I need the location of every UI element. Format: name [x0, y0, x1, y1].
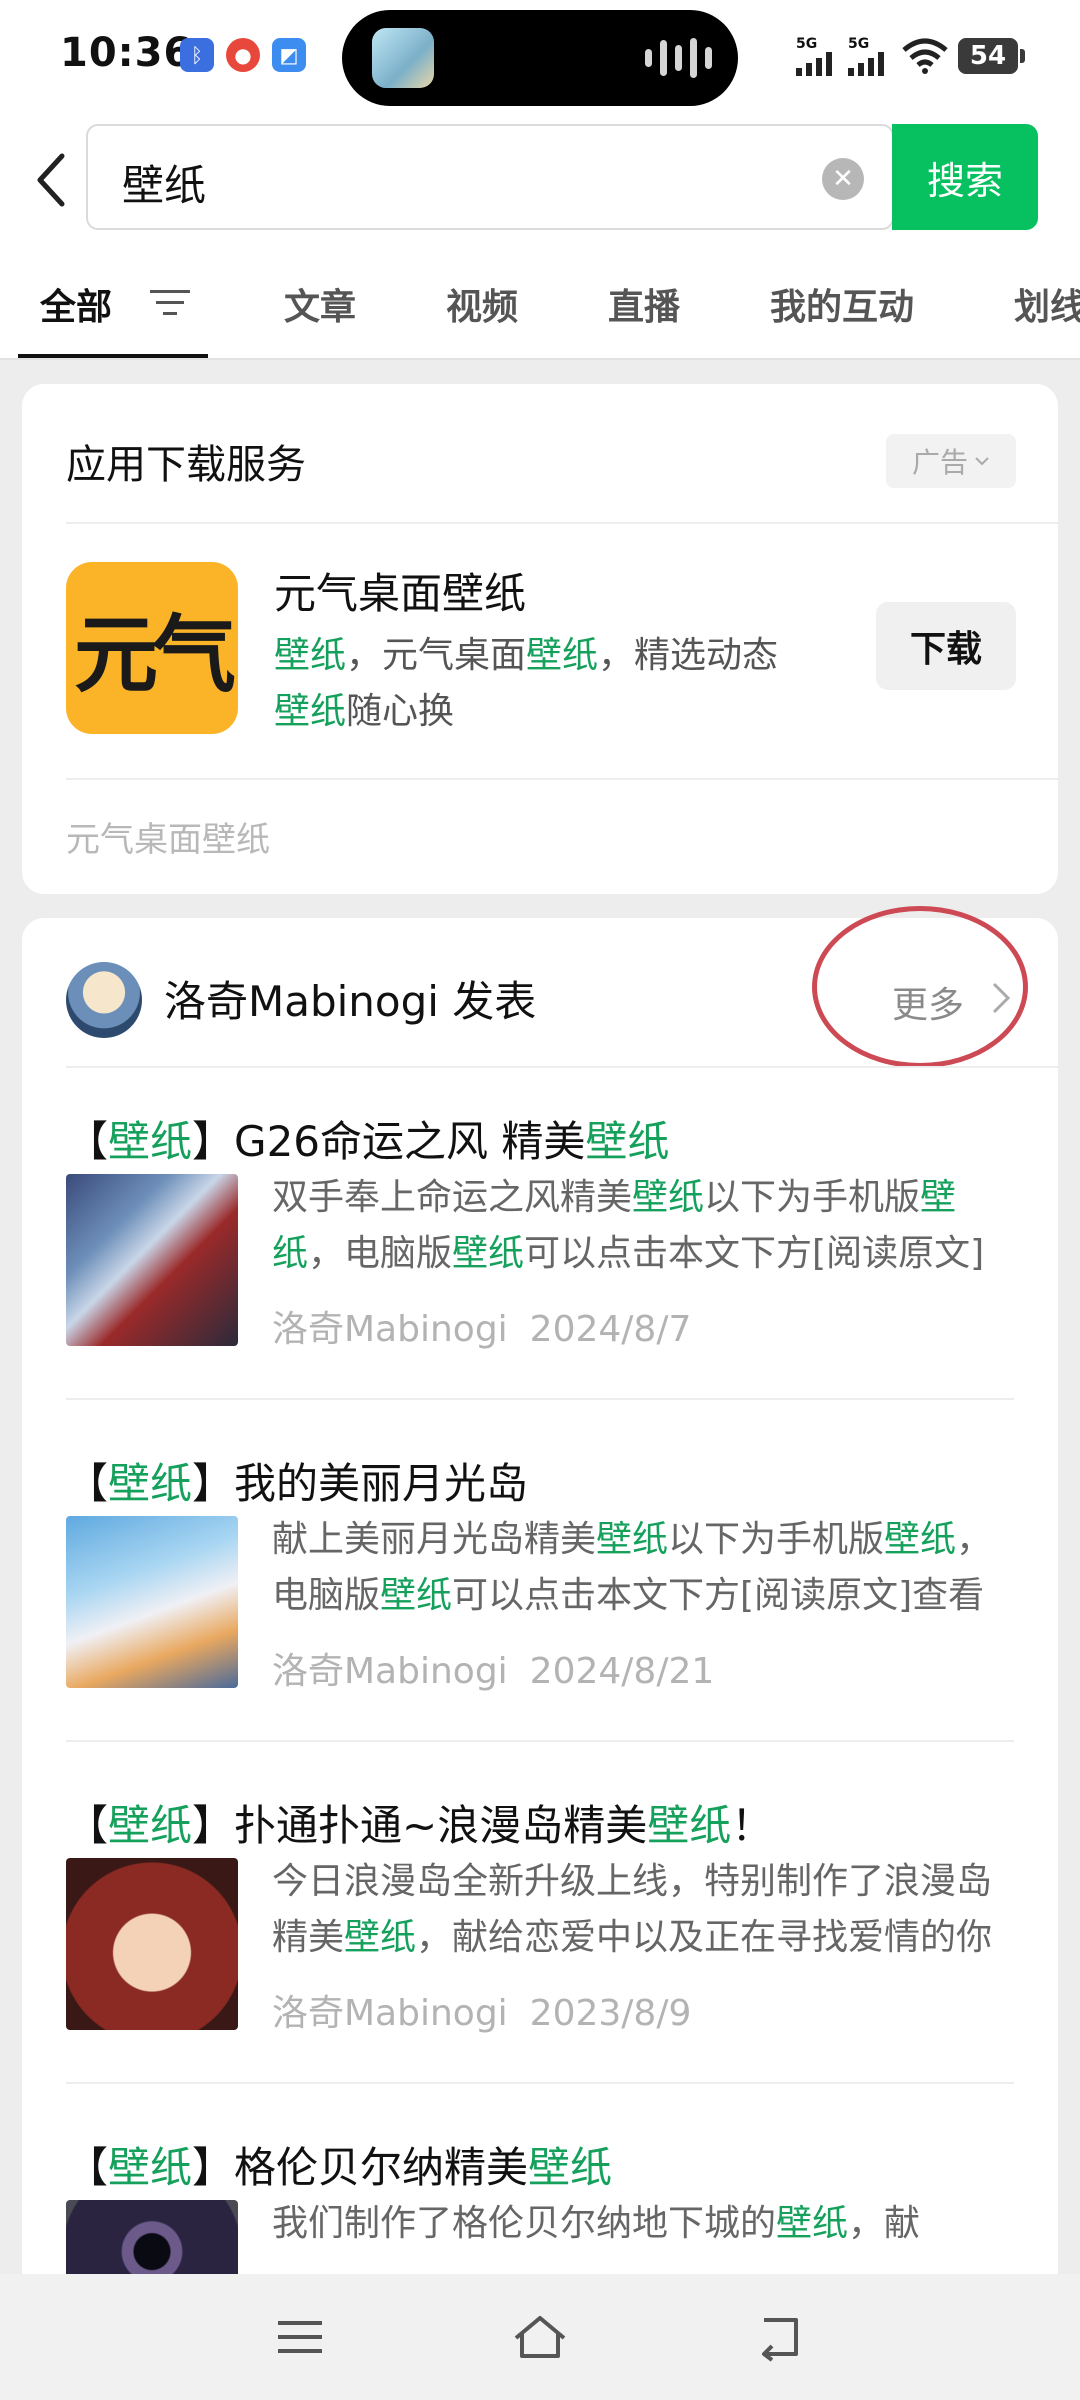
article-title: 【壁纸】扑通扑通~浪漫岛精美壁纸！ [66, 1801, 774, 1850]
battery-icon: 54 [958, 38, 1025, 74]
divider [66, 1398, 1014, 1400]
status-bar: 10:36 ᛒ ● ◩ 5G 5G 54 [0, 0, 1080, 118]
ad-badge[interactable]: 广告 [886, 434, 1016, 488]
app-name: 元气桌面壁纸 [274, 569, 527, 618]
app-description: 壁纸，元气桌面壁纸，精选动态 壁纸随心换 [274, 635, 779, 732]
chevron-down-icon [975, 457, 989, 466]
menu-icon[interactable] [270, 2312, 330, 2362]
home-icon[interactable] [510, 2312, 570, 2362]
app-logo-text: 元气 [73, 604, 236, 704]
back-icon[interactable] [750, 2312, 810, 2362]
article-thumbnail [66, 1174, 238, 1346]
tab-my-interactions[interactable]: 我的互动 [770, 278, 914, 330]
article-meta: 洛奇Mabinogi 2024/8/21 [272, 1651, 715, 1692]
tab-live[interactable]: 直播 [608, 278, 680, 330]
tab-highlights[interactable]: 划线 [1014, 278, 1080, 330]
music-cover-thumbnail [372, 28, 434, 88]
app-logo[interactable]: 元气 [66, 562, 238, 734]
signal-icon [848, 52, 884, 76]
ad-badge-label: 广告 [911, 446, 968, 479]
bluetooth-icon: ᛒ [180, 38, 214, 72]
wifi-icon [902, 38, 948, 74]
search-input[interactable]: 壁纸 ✕ [86, 124, 894, 230]
signal-label-1: 5G [796, 36, 818, 52]
signal-icon [796, 52, 832, 76]
app-download-ad-card[interactable]: 应用下载服务 广告 元气 元气桌面壁纸 壁纸，元气桌面壁纸，精选动态 壁纸随心换 … [22, 384, 1058, 894]
search-query-text[interactable]: 壁纸 [122, 152, 206, 213]
music-island[interactable] [342, 10, 738, 106]
clear-icon[interactable]: ✕ [822, 158, 864, 200]
article-meta: 洛奇Mabinogi 2023/8/9 [272, 1993, 692, 2034]
divider [66, 1740, 1014, 1742]
article-title: 【壁纸】我的美丽月光岛 [66, 1459, 529, 1508]
app-notification-icon: ◩ [272, 38, 306, 72]
ad-section-title: 应用下载服务 [66, 442, 306, 488]
article-summary: 今日浪漫岛全新升级上线，特别制作了浪漫岛精美壁纸，献给恋爱中以及正在寻找爱情的你 [272, 1861, 993, 1958]
official-account-articles-card: 洛奇Mabinogi 发表 更多 【壁纸】G26命运之风 精美壁纸 双手奉上命运… [22, 906, 1058, 2400]
article-title: 【壁纸】格伦贝尔纳精美壁纸 [66, 2143, 613, 2192]
signal-label-2: 5G [848, 36, 870, 52]
status-time: 10:36 [60, 30, 193, 76]
filter-icon[interactable] [150, 288, 190, 318]
author-row[interactable]: 洛奇Mabinogi 发表 更多 [22, 906, 1058, 1068]
app-notification-icon: ● [226, 38, 260, 72]
divider [66, 1066, 1058, 1068]
result-tabs: 全部 文章 视频 直播 我的互动 划线 [0, 244, 1080, 360]
article-thumbnail [66, 1516, 238, 1688]
divider [66, 2082, 1014, 2084]
annotation-circle [812, 906, 1028, 1068]
ad-footer-text: 元气桌面壁纸 [66, 820, 270, 860]
audio-wave-icon [645, 38, 712, 78]
tab-videos[interactable]: 视频 [446, 278, 518, 330]
system-navigation-bar [0, 2274, 1080, 2400]
article-summary: 献上美丽月光岛精美壁纸以下为手机版壁纸，电脑版壁纸可以点击本文下方[阅读原文]查… [272, 1519, 993, 1616]
divider [66, 522, 1058, 524]
search-button[interactable]: 搜索 [892, 124, 1038, 230]
article-summary: 双手奉上命运之风精美壁纸以下为手机版壁纸，电脑版壁纸可以点击本文下方[阅读原文]… [272, 1177, 985, 1274]
back-arrow-icon[interactable] [28, 150, 76, 210]
tab-articles[interactable]: 文章 [284, 278, 356, 330]
article-title: 【壁纸】G26命运之风 精美壁纸 [66, 1117, 670, 1166]
article-meta: 洛奇Mabinogi 2024/8/7 [272, 1309, 692, 1350]
divider [66, 778, 1058, 780]
download-button[interactable]: 下载 [876, 602, 1016, 690]
search-header: 壁纸 ✕ 搜索 [0, 118, 1080, 244]
article-thumbnail [66, 1858, 238, 2030]
tab-all[interactable]: 全部 [40, 278, 112, 330]
author-name: 洛奇Mabinogi 发表 [164, 977, 537, 1026]
avatar[interactable] [66, 962, 142, 1038]
active-tab-indicator [18, 354, 208, 358]
